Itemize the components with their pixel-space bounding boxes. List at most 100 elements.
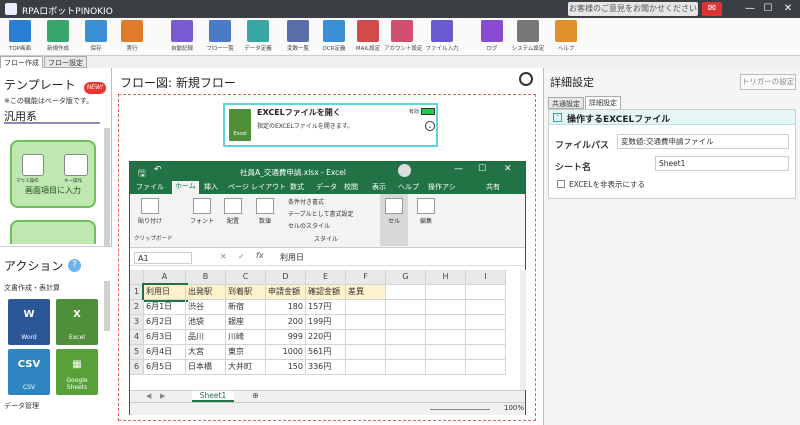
column-header-I[interactable]: I [466,270,506,285]
cell-A5[interactable]: 6月4日 [144,345,186,360]
toolbar-button-1[interactable]: 新規作成 [40,20,76,54]
row-header-4[interactable]: 4 [130,330,144,345]
toolbar-button-8[interactable]: OCR定義 [316,20,352,54]
cell-A1[interactable]: 利用日 [142,283,188,302]
cell-E1[interactable]: 確認金額 [306,285,346,300]
ribbon-font[interactable]: フォント [190,198,214,225]
cell-D1[interactable]: 申請金額 [266,285,306,300]
column-header-D[interactable]: D [266,270,306,285]
cell-D6[interactable]: 150 [266,360,306,375]
cancel-icon[interactable]: ✕ [220,252,227,261]
cell-C4[interactable]: 川崎 [226,330,266,345]
sheet-tab[interactable]: Sheet1 [192,391,234,402]
cell-B5[interactable]: 大宮 [186,345,226,360]
collapse-icon[interactable]: ⌃ [553,113,562,122]
row-header-5[interactable]: 5 [130,345,144,360]
cell-H1[interactable] [426,285,466,300]
toolbar-button-10[interactable]: アカウント設定 [384,20,423,54]
toolbar-button-3[interactable]: 実行 [114,20,150,54]
row-header-2[interactable]: 2 [130,300,144,315]
column-header-F[interactable]: F [346,270,386,285]
cell-B1[interactable]: 出発駅 [186,285,226,300]
excel-close[interactable]: ✕ [504,164,512,174]
cell-C5[interactable]: 東京 [226,345,266,360]
ribbon-edit[interactable]: 編集 [414,198,438,225]
tab-flow-settings[interactable]: フロー設定 [44,56,87,68]
excel-tab-4[interactable]: 数式 [290,182,304,192]
node-expand-icon[interactable]: ⌄ [425,121,435,131]
tab-detail-settings[interactable]: 詳細設定 [585,96,621,109]
toolbar-button-11[interactable]: ファイル入力 [424,20,460,54]
cell-B2[interactable]: 渋谷 [186,300,226,315]
excel-user-avatar[interactable] [398,164,411,177]
excel-tab-3[interactable]: ページ レイアウト [228,182,286,192]
column-header-A[interactable]: A [144,270,186,285]
cell-H6[interactable] [426,360,466,375]
cell-A3[interactable]: 6月2日 [144,315,186,330]
cell-B4[interactable]: 品川 [186,330,226,345]
cell-D4[interactable]: 999 [266,330,306,345]
cell-F4[interactable] [346,330,386,345]
cell-A6[interactable]: 6月5日 [144,360,186,375]
section-header[interactable]: ⌃ 操作するEXCELファイル [549,110,795,125]
cell-F1[interactable]: 差異 [346,285,386,300]
cell-H3[interactable] [426,315,466,330]
column-header-H[interactable]: H [426,270,466,285]
toolbar-button-12[interactable]: ログ [474,20,510,54]
cell-F2[interactable] [346,300,386,315]
close-button[interactable]: ✕ [780,2,796,16]
cell-B3[interactable]: 池袋 [186,315,226,330]
cell-I3[interactable] [466,315,506,330]
cell-G1[interactable] [386,285,426,300]
row-header-1[interactable]: 1 [130,285,144,300]
cell-F5[interactable] [346,345,386,360]
cell-H4[interactable] [426,330,466,345]
action-tile-3[interactable]: ▦ Google Sheets [56,349,98,395]
cell-A2[interactable]: 6月1日 [144,300,186,315]
toolbar-button-9[interactable]: MAIL設定 [350,20,386,54]
toolbar-button-5[interactable]: フロー一覧 [202,20,238,54]
toolbar-button-7[interactable]: 変数一覧 [280,20,316,54]
ribbon-number[interactable]: 数値 [254,198,276,225]
cell-F6[interactable] [346,360,386,375]
toolbar-button-14[interactable]: ヘルプ [548,20,584,54]
grid-vscroll[interactable] [520,270,526,390]
excel-tab-6[interactable]: 校閲 [344,182,358,192]
cell-G6[interactable] [386,360,426,375]
cell-A4[interactable]: 6月3日 [144,330,186,345]
cell-E3[interactable]: 199円 [306,315,346,330]
cell-I2[interactable] [466,300,506,315]
column-header-G[interactable]: G [386,270,426,285]
cell-H2[interactable] [426,300,466,315]
ribbon-paste[interactable]: 貼り付け [136,198,164,225]
sheet-nav-right[interactable]: ▶ [160,392,165,400]
sheet-name-input[interactable]: Sheet1 [655,156,789,171]
tab-common-settings[interactable]: 共通設定 [548,97,584,109]
flow-node-open-excel[interactable]: Excel EXCELファイルを開く 指定のEXCELファイルを開きます。 有効… [223,103,438,147]
cell-G3[interactable] [386,315,426,330]
template-scrollbar[interactable] [104,128,110,248]
select-all-corner[interactable] [130,270,144,285]
action-scrollbar[interactable] [104,281,110,331]
maximize-button[interactable]: ☐ [760,2,776,16]
cell-F3[interactable] [346,315,386,330]
formula-input[interactable]: 利用日 [280,252,304,263]
toolbar-button-4[interactable]: 自動記録 [164,20,200,54]
cell-B6[interactable]: 日本橋 [186,360,226,375]
excel-undo-icon[interactable]: ↶ [154,165,162,175]
ribbon-align[interactable]: 配置 [222,198,244,225]
toolbar-button-6[interactable]: データ定義 [240,20,276,54]
cell-D2[interactable]: 180 [266,300,306,315]
row-header-3[interactable]: 3 [130,315,144,330]
node-toggle[interactable] [421,108,435,115]
ribbon-cell-style[interactable]: セルのスタイル [288,221,330,230]
cell-E2[interactable]: 157円 [306,300,346,315]
cell-C2[interactable]: 新宿 [226,300,266,315]
cell-G4[interactable] [386,330,426,345]
ribbon-cells[interactable]: セル [380,194,408,246]
feedback-button[interactable]: お客様のご意見をお聞かせください [568,2,698,16]
cell-C3[interactable]: 銀座 [226,315,266,330]
excel-tab-7[interactable]: 表示 [372,182,386,192]
excel-maximize[interactable]: ☐ [478,164,486,174]
cell-D5[interactable]: 1000 [266,345,306,360]
